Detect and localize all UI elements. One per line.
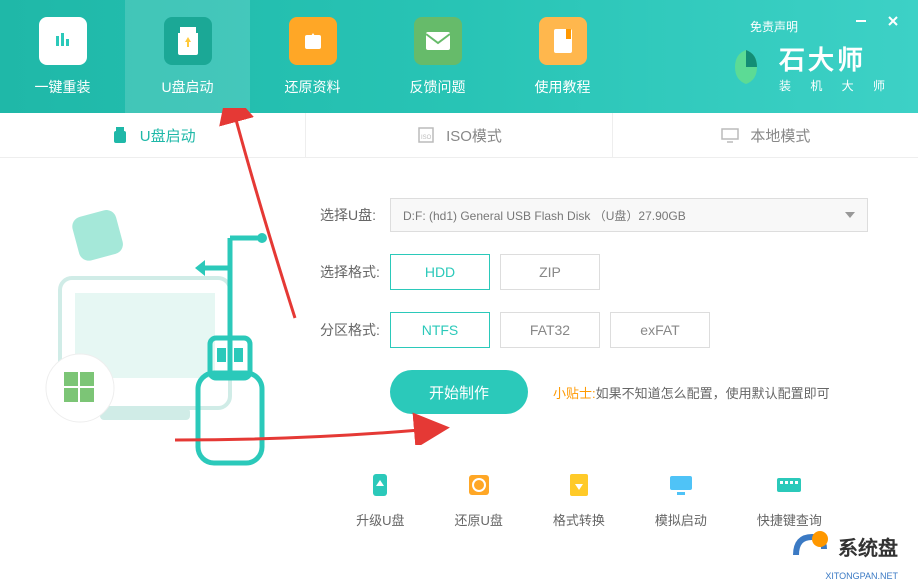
brand: 石大师 装 机 大 师 <box>725 40 893 94</box>
simulate-icon <box>666 470 696 500</box>
minimize-button[interactable] <box>854 14 868 28</box>
tool-format-convert[interactable]: 格式转换 <box>553 470 605 529</box>
tab-label: U盘启动 <box>140 125 196 146</box>
nav-label: 反馈问题 <box>410 77 466 97</box>
keyboard-icon <box>774 470 804 500</box>
tip-text: 如果不知道怎么配置，使用默认配置即可 <box>596 386 830 401</box>
nav-label: 使用教程 <box>535 77 591 97</box>
usb-drive-dropdown[interactable]: D:F: (hd1) General USB Flash Disk （U盘）27… <box>390 198 868 232</box>
upgrade-icon <box>365 470 395 500</box>
partition-format-label: 分区格式: <box>320 320 390 340</box>
tab-label: ISO模式 <box>446 125 502 146</box>
tab-local-mode[interactable]: 本地模式 <box>613 113 918 157</box>
nav-reinstall[interactable]: 一键重装 <box>0 0 125 113</box>
nav-label: 还原资料 <box>285 77 341 97</box>
nav-usb-boot[interactable]: U盘启动 <box>125 0 250 113</box>
window-controls <box>854 14 900 28</box>
tool-restore-usb[interactable]: 还原U盘 <box>454 470 502 529</box>
tip: 小贴士:如果不知道怎么配置，使用默认配置即可 <box>553 383 830 402</box>
restore-usb-icon <box>464 470 494 500</box>
watermark-url: XITONGPAN.NET <box>825 571 898 581</box>
tool-label: 升级U盘 <box>356 510 404 529</box>
convert-icon <box>564 470 594 500</box>
partition-opt-exfat[interactable]: exFAT <box>610 312 710 348</box>
tab-iso-mode[interactable]: ISO ISO模式 <box>306 113 612 157</box>
select-format-label: 选择格式: <box>320 262 390 282</box>
header: 免责声明 一键重装 U盘启动 还原资料 反馈问题 使用教程 石大师 装 机 <box>0 0 918 113</box>
illustration <box>0 178 300 508</box>
partition-opt-ntfs[interactable]: NTFS <box>390 312 490 348</box>
nav-tutorial[interactable]: 使用教程 <box>500 0 625 113</box>
tool-upgrade-usb[interactable]: 升级U盘 <box>356 470 404 529</box>
svg-text:ISO: ISO <box>421 135 432 141</box>
watermark: 系统盘 <box>788 525 898 567</box>
nav-bar: 一键重装 U盘启动 还原资料 反馈问题 使用教程 <box>0 0 625 113</box>
watermark-text: 系统盘 <box>838 532 898 561</box>
iso-icon: ISO <box>416 125 436 145</box>
partition-opt-fat32[interactable]: FAT32 <box>500 312 600 348</box>
tab-usb-boot[interactable]: U盘启动 <box>0 113 306 157</box>
tab-label: 本地模式 <box>750 125 810 146</box>
format-opt-hdd[interactable]: HDD <box>390 254 490 290</box>
tool-hotkey-lookup[interactable]: 快捷键查询 <box>757 470 822 529</box>
nav-feedback[interactable]: 反馈问题 <box>375 0 500 113</box>
start-create-button[interactable]: 开始制作 <box>390 370 528 414</box>
nav-restore[interactable]: 还原资料 <box>250 0 375 113</box>
select-usb-label: 选择U盘: <box>320 205 390 225</box>
mode-tabs: U盘启动 ISO ISO模式 本地模式 <box>0 113 918 158</box>
watermark-logo-icon <box>788 525 830 567</box>
monitor-icon <box>720 125 740 145</box>
disclaimer-link[interactable]: 免责声明 <box>750 18 798 35</box>
tool-simulate-boot[interactable]: 模拟启动 <box>655 470 707 529</box>
tool-label: 还原U盘 <box>454 510 502 529</box>
tool-label: 格式转换 <box>553 510 605 529</box>
brand-logo-icon <box>725 46 767 88</box>
main-content: 选择U盘: D:F: (hd1) General USB Flash Disk … <box>0 158 918 508</box>
chevron-down-icon <box>845 212 855 218</box>
config-form: 选择U盘: D:F: (hd1) General USB Flash Disk … <box>300 178 918 508</box>
dropdown-value: D:F: (hd1) General USB Flash Disk （U盘）27… <box>403 207 686 224</box>
brand-name: 石大师 <box>779 40 893 77</box>
tool-label: 模拟启动 <box>655 510 707 529</box>
nav-label: 一键重装 <box>35 77 91 97</box>
format-opt-zip[interactable]: ZIP <box>500 254 600 290</box>
usb-icon <box>110 125 130 145</box>
nav-label: U盘启动 <box>161 77 213 97</box>
close-button[interactable] <box>886 14 900 28</box>
brand-subtitle: 装 机 大 师 <box>779 77 893 94</box>
tip-label: 小贴士: <box>553 386 596 401</box>
